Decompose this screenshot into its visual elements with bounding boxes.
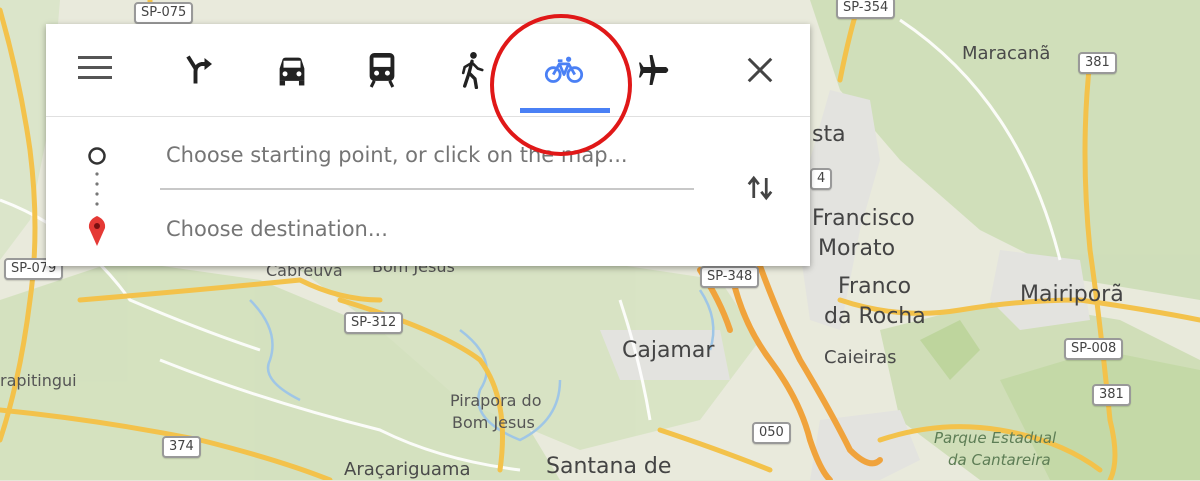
place-label-caieiras: Caieiras: [824, 347, 897, 368]
place-label-santana: Santana de: [546, 454, 672, 479]
menu-icon: [78, 56, 112, 59]
swap-arrows-icon: [747, 175, 773, 201]
place-label-francisco: Francisco: [812, 206, 915, 231]
road-shield-381-top: 381: [1078, 52, 1117, 74]
mode-best-route-button[interactable]: [170, 42, 230, 98]
place-label-itapitingui: rapitingui: [0, 371, 77, 390]
directions-panel: [46, 24, 810, 266]
place-label-pirapora: Pirapora do: [450, 391, 542, 410]
place-label-sta: sta: [812, 122, 846, 147]
menu-icon-line: [78, 76, 112, 79]
road-shield-381-bottom: 381: [1092, 384, 1131, 406]
place-label-pirapora-bom-jesus: Bom Jesus: [452, 413, 535, 432]
destination-input[interactable]: [164, 208, 698, 250]
road-shield-050: 050: [752, 422, 791, 444]
route-endpoints-icon: [88, 147, 106, 246]
road-shield-sp008: SP-008: [1064, 338, 1124, 360]
place-label-morato: Morato: [818, 236, 896, 261]
mode-driving-button[interactable]: [262, 42, 322, 98]
airplane-icon: [639, 55, 669, 85]
place-label-maracana: Maracanã: [962, 43, 1051, 64]
travel-mode-bar: [46, 24, 810, 117]
mode-flights-button[interactable]: [624, 42, 684, 98]
menu-icon-line: [78, 66, 112, 69]
road-shield-sp312: SP-312: [344, 312, 404, 334]
walking-icon: [461, 52, 484, 89]
place-label-da-rocha: da Rocha: [824, 304, 926, 329]
road-shield-sp075: SP-075: [134, 2, 194, 24]
mode-transit-button[interactable]: [352, 42, 412, 98]
close-button[interactable]: [730, 42, 790, 98]
menu-button[interactable]: [78, 54, 112, 82]
cycling-highlight-circle: [490, 14, 632, 156]
road-shield-374: 374: [162, 436, 201, 458]
car-icon: [279, 57, 305, 86]
road-shield-4: 4: [810, 168, 833, 190]
turn-arrow-icon: [186, 55, 212, 84]
road-shield-sp348: SP-348: [700, 266, 760, 288]
place-label-cajamar: Cajamar: [622, 338, 715, 363]
place-label-franco: Franco: [838, 274, 912, 299]
place-label-aracariguama: Araçariguama: [344, 459, 471, 480]
place-label-mairipora: Mairiporã: [1020, 282, 1124, 307]
park-label-cantareira-1: Parque Estadual: [934, 429, 1057, 447]
swap-endpoints-button[interactable]: [742, 168, 778, 208]
close-icon: [747, 57, 773, 83]
starting-point-input[interactable]: [164, 134, 698, 176]
park-label-cantareira-2: da Cantareira: [948, 451, 1051, 469]
input-divider: [160, 188, 694, 190]
road-shield-sp354: SP-354: [836, 0, 896, 19]
train-icon: [369, 53, 395, 88]
